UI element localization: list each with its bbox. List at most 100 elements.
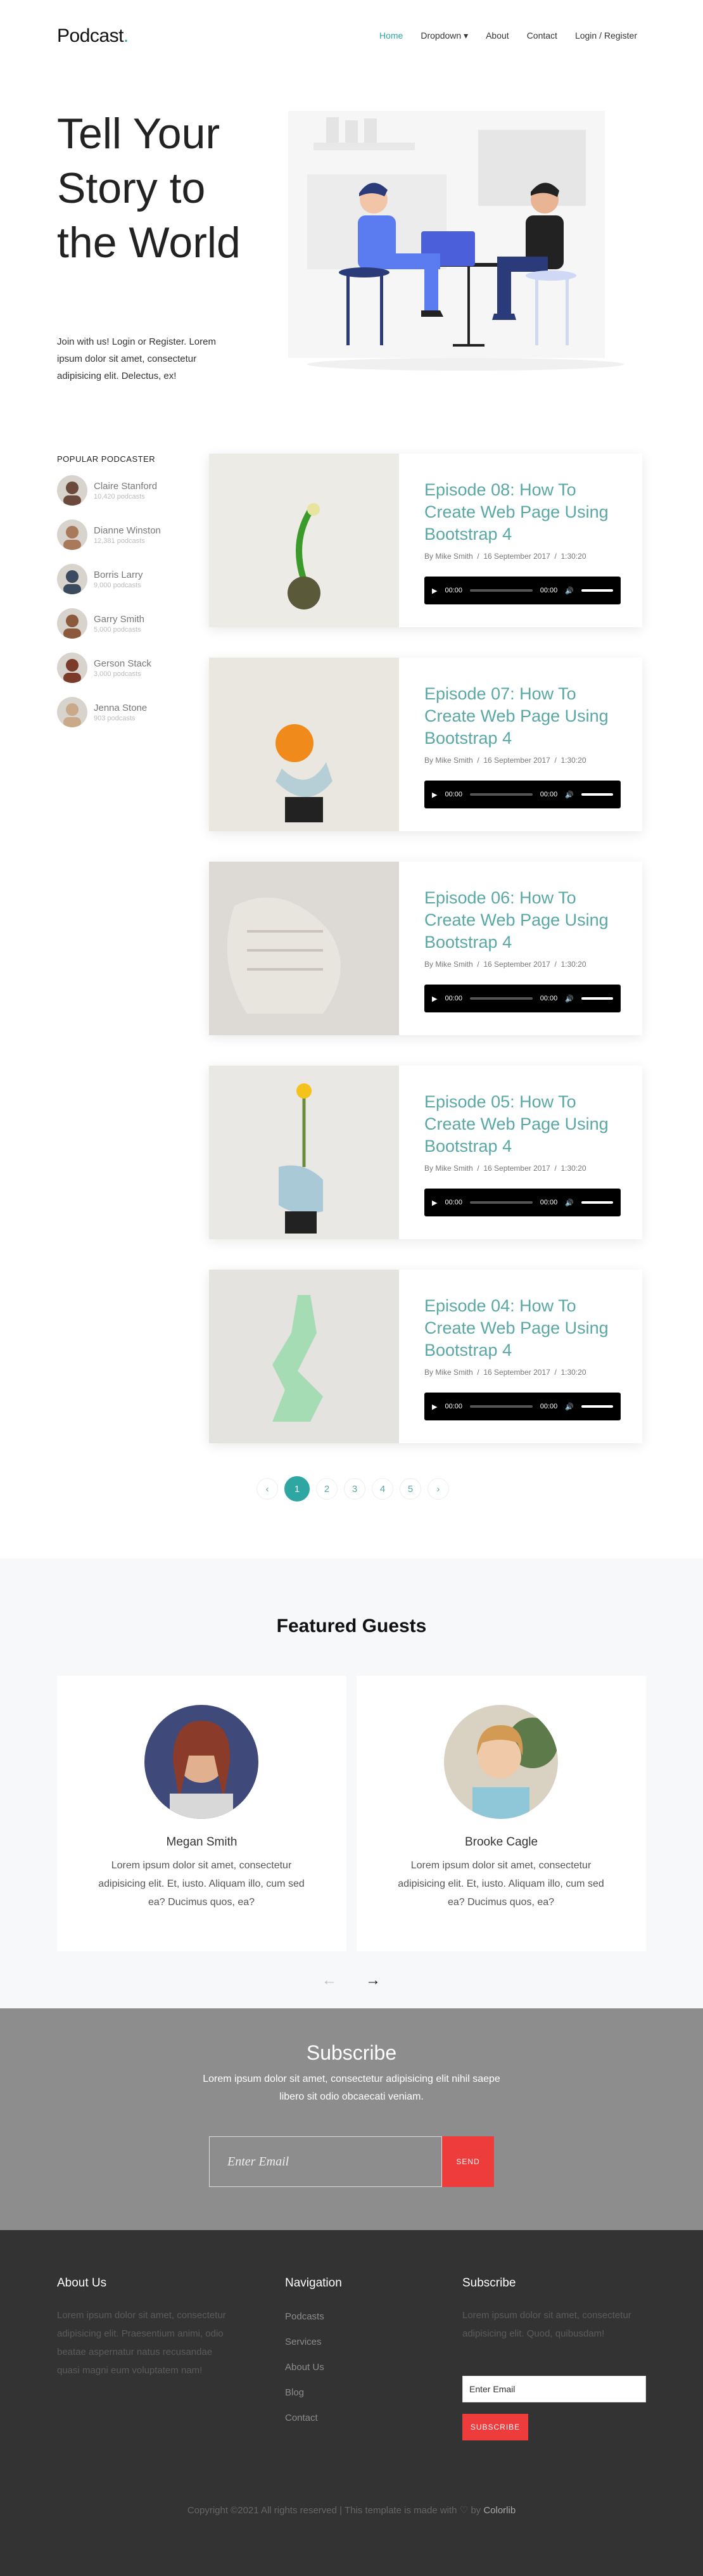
volume-slider[interactable] <box>581 589 613 592</box>
current-time: 00:00 <box>445 1403 462 1410</box>
arrow-left-icon[interactable]: ← <box>322 1972 337 1989</box>
email-input[interactable]: Enter Email <box>209 2136 442 2187</box>
episode-title[interactable]: Episode 04: How To Create Web Page Using… <box>424 1295 621 1361</box>
episode-image[interactable] <box>209 1270 399 1443</box>
send-button[interactable]: SEND <box>442 2136 494 2187</box>
seek-bar[interactable] <box>470 793 533 796</box>
page-5[interactable]: 5 <box>400 1478 421 1500</box>
episode-image[interactable] <box>209 862 399 1035</box>
current-time: 00:00 <box>445 1199 462 1206</box>
episode-card: Episode 04: How To Create Web Page Using… <box>209 1270 642 1443</box>
page-2[interactable]: 2 <box>316 1478 338 1500</box>
episode-image[interactable] <box>209 658 399 831</box>
episode-meta: By Mike Smith / 16 September 2017 / 1:30… <box>424 552 586 561</box>
arrow-right-icon[interactable]: → <box>365 1972 381 1989</box>
guest-text: Lorem ipsum dolor sit amet, consectetur … <box>398 1860 604 1908</box>
play-icon[interactable]: ▶ <box>432 1199 437 1207</box>
volume-icon[interactable]: 🔊 <box>565 791 574 799</box>
chevron-down-icon: ▾ <box>464 30 469 41</box>
volume-slider[interactable] <box>581 1201 613 1204</box>
subscribe-button[interactable]: SUBSCRIBE <box>462 2414 528 2440</box>
podcaster-item[interactable]: Garry Smith 5,000 podcasts <box>57 608 144 639</box>
episode-title[interactable]: Episode 08: How To Create Web Page Using… <box>424 479 621 545</box>
podcaster-item[interactable]: Borris Larry 9,000 podcasts <box>57 564 143 594</box>
podcaster-item[interactable]: Dianne Winston 12,381 podcasts <box>57 520 161 550</box>
play-icon[interactable]: ▶ <box>432 995 437 1003</box>
audio-player[interactable]: ▶ 00:00 00:00 🔊 <box>424 985 621 1012</box>
footer-link-services[interactable]: Services <box>285 2330 324 2355</box>
seek-bar[interactable] <box>470 1405 533 1408</box>
episode-card: Episode 08: How To Create Web Page Using… <box>209 454 642 627</box>
podcaster-name: Gerson Stack <box>94 658 151 669</box>
nav-contact[interactable]: Contact <box>527 30 557 41</box>
volume-slider[interactable] <box>581 997 613 1000</box>
avatar <box>57 608 87 639</box>
podcaster-item[interactable]: Jenna Stone 903 podcasts <box>57 697 147 727</box>
volume-icon[interactable]: 🔊 <box>565 995 574 1003</box>
current-time: 00:00 <box>445 995 462 1002</box>
pagination-next[interactable]: › <box>428 1478 449 1500</box>
logo[interactable]: Podcast. <box>57 25 129 47</box>
seek-bar[interactable] <box>470 589 533 592</box>
nav-about[interactable]: About <box>486 30 509 41</box>
play-icon[interactable]: ▶ <box>432 791 437 799</box>
play-icon[interactable]: ▶ <box>432 1403 437 1411</box>
audio-player[interactable]: ▶ 00:00 00:00 🔊 <box>424 577 621 604</box>
duration: 00:00 <box>540 1403 558 1410</box>
volume-slider[interactable] <box>581 1405 613 1408</box>
page-1[interactable]: 1 <box>284 1476 310 1502</box>
episode-card: Episode 07: How To Create Web Page Using… <box>209 658 642 831</box>
volume-slider[interactable] <box>581 793 613 796</box>
pagination-prev[interactable]: ‹ <box>256 1478 278 1500</box>
podcaster-item[interactable]: Gerson Stack 3,000 podcasts <box>57 653 151 683</box>
page-3[interactable]: 3 <box>344 1478 365 1500</box>
episode-image[interactable] <box>209 1066 399 1239</box>
hero-illustration <box>288 111 624 371</box>
colorlib-link[interactable]: Colorlib <box>483 2505 516 2516</box>
podcaster-count: 9,000 podcasts <box>94 581 141 589</box>
guest-name: Megan Smith <box>166 1835 238 1849</box>
footer-subscribe-text: Lorem ipsum dolor sit amet, consectetur … <box>462 2310 631 2339</box>
episode-meta: By Mike Smith / 16 September 2017 / 1:30… <box>424 756 586 765</box>
audio-player[interactable]: ▶ 00:00 00:00 🔊 <box>424 1393 621 1420</box>
subscribe-text: Lorem ipsum dolor sit amet, consectetur … <box>203 2074 500 2102</box>
episode-title[interactable]: Episode 07: How To Create Web Page Using… <box>424 683 621 749</box>
podcaster-item[interactable]: Claire Stanford 10,420 podcasts <box>57 475 157 506</box>
podcaster-name: Garry Smith <box>94 613 145 625</box>
nav-dropdown[interactable]: Dropdown ▾ <box>421 30 468 41</box>
footer-link-podcasts[interactable]: Podcasts <box>285 2304 324 2330</box>
seek-bar[interactable] <box>470 997 533 1000</box>
volume-icon[interactable]: 🔊 <box>565 1403 574 1411</box>
seek-bar[interactable] <box>470 1201 533 1204</box>
duration: 00:00 <box>540 1199 558 1206</box>
footer-email-input[interactable]: Enter Email <box>462 2376 646 2402</box>
episode-title[interactable]: Episode 05: How To Create Web Page Using… <box>424 1091 621 1157</box>
footer-link-contact[interactable]: Contact <box>285 2406 324 2431</box>
footer-link-about[interactable]: About Us <box>285 2355 324 2380</box>
volume-icon[interactable]: 🔊 <box>565 587 574 595</box>
guest-photo <box>144 1705 258 1819</box>
guest-text: Lorem ipsum dolor sit amet, consectetur … <box>98 1860 305 1908</box>
play-icon[interactable]: ▶ <box>432 587 437 595</box>
duration: 00:00 <box>540 995 558 1002</box>
page-4[interactable]: 4 <box>372 1478 393 1500</box>
nav-login-register[interactable]: Login / Register <box>575 30 637 41</box>
episode-image[interactable] <box>209 454 399 627</box>
nav-home[interactable]: Home <box>379 30 403 41</box>
volume-icon[interactable]: 🔊 <box>565 1199 574 1207</box>
hero-title: Tell Your Story to the World <box>57 110 241 267</box>
duration: 00:00 <box>540 791 558 798</box>
audio-player[interactable]: ▶ 00:00 00:00 🔊 <box>424 1189 621 1216</box>
audio-player[interactable]: ▶ 00:00 00:00 🔊 <box>424 781 621 808</box>
avatar <box>57 697 87 727</box>
subscribe-title: Subscribe <box>306 2041 397 2064</box>
avatar <box>57 653 87 683</box>
podcaster-count: 10,420 podcasts <box>94 492 145 501</box>
heart-icon: ♡ <box>459 2505 469 2516</box>
episode-meta: By Mike Smith / 16 September 2017 / 1:30… <box>424 960 586 969</box>
episode-card: Episode 06: How To Create Web Page Using… <box>209 862 642 1035</box>
footer-link-blog[interactable]: Blog <box>285 2380 324 2406</box>
episode-title[interactable]: Episode 06: How To Create Web Page Using… <box>424 887 621 953</box>
footer-about-title: About Us <box>57 2276 107 2290</box>
footer-navigation-title: Navigation <box>285 2276 342 2290</box>
